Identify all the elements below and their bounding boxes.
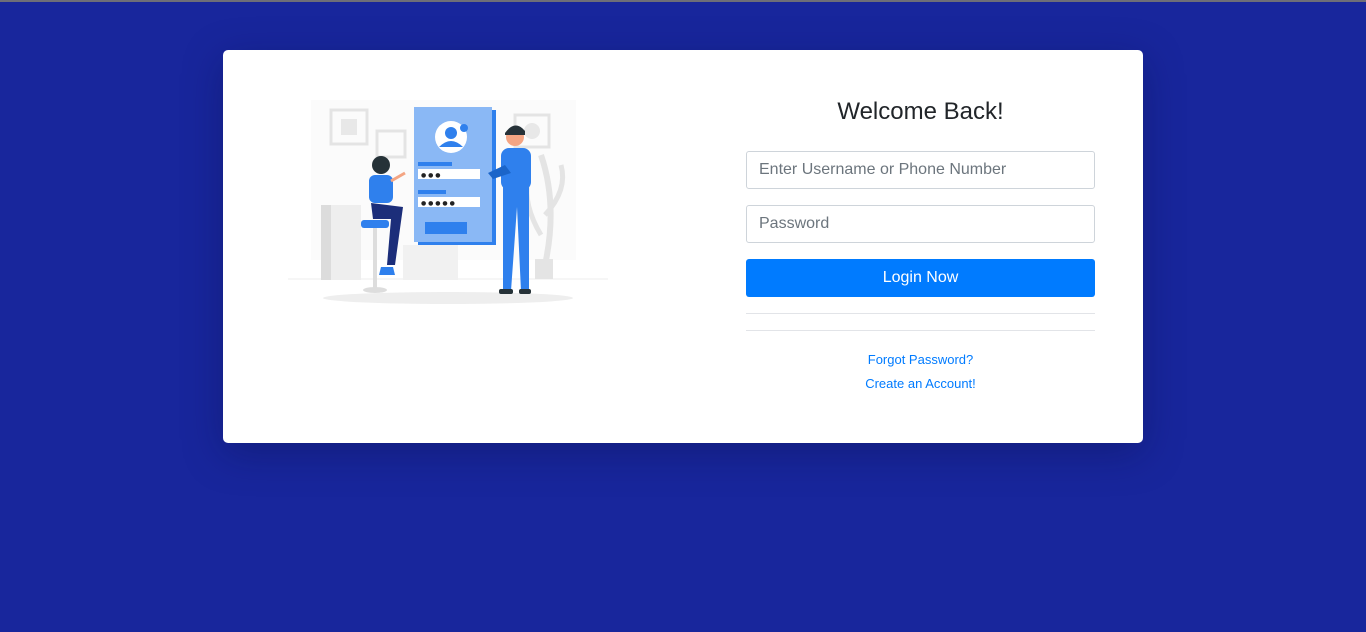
password-dots-2: ● ● ● ● ● — [421, 200, 455, 207]
stool-base — [363, 287, 387, 293]
username-input[interactable] — [746, 151, 1095, 189]
login-illustration: ● ● ● ● ● ● ● ● — [288, 100, 608, 304]
man-shoe-right — [519, 289, 531, 294]
forgot-password-link[interactable]: Forgot Password? — [746, 352, 1095, 367]
plant-pot — [535, 259, 553, 279]
divider-top — [746, 313, 1095, 314]
stool-seat — [361, 220, 389, 228]
floor-shadow — [323, 292, 573, 304]
divider-bottom — [746, 330, 1095, 331]
login-card: ● ● ● ● ● ● ● ● Welcome Back! Login Now … — [223, 50, 1143, 443]
password-input[interactable] — [746, 205, 1095, 243]
woman-head — [372, 156, 390, 174]
window-top-border — [0, 0, 1366, 2]
cabinet-side — [321, 205, 331, 280]
label-bar-2 — [418, 190, 446, 194]
drawer-unit — [403, 245, 458, 280]
label-bar-1 — [418, 162, 452, 166]
woman-shoe — [379, 267, 395, 275]
password-dots-1: ● ● ● — [421, 172, 441, 179]
man-shoe-left — [499, 289, 513, 294]
woman-torso — [369, 175, 393, 203]
stool-leg — [373, 228, 377, 288]
welcome-title: Welcome Back! — [837, 98, 1004, 125]
clock — [524, 123, 540, 139]
avatar-head — [445, 127, 457, 139]
create-account-link[interactable]: Create an Account! — [746, 376, 1095, 391]
panel-button — [425, 222, 467, 234]
login-button[interactable]: Login Now — [746, 259, 1095, 297]
picture-frame-inner — [341, 119, 357, 135]
avatar-dot — [460, 124, 468, 132]
